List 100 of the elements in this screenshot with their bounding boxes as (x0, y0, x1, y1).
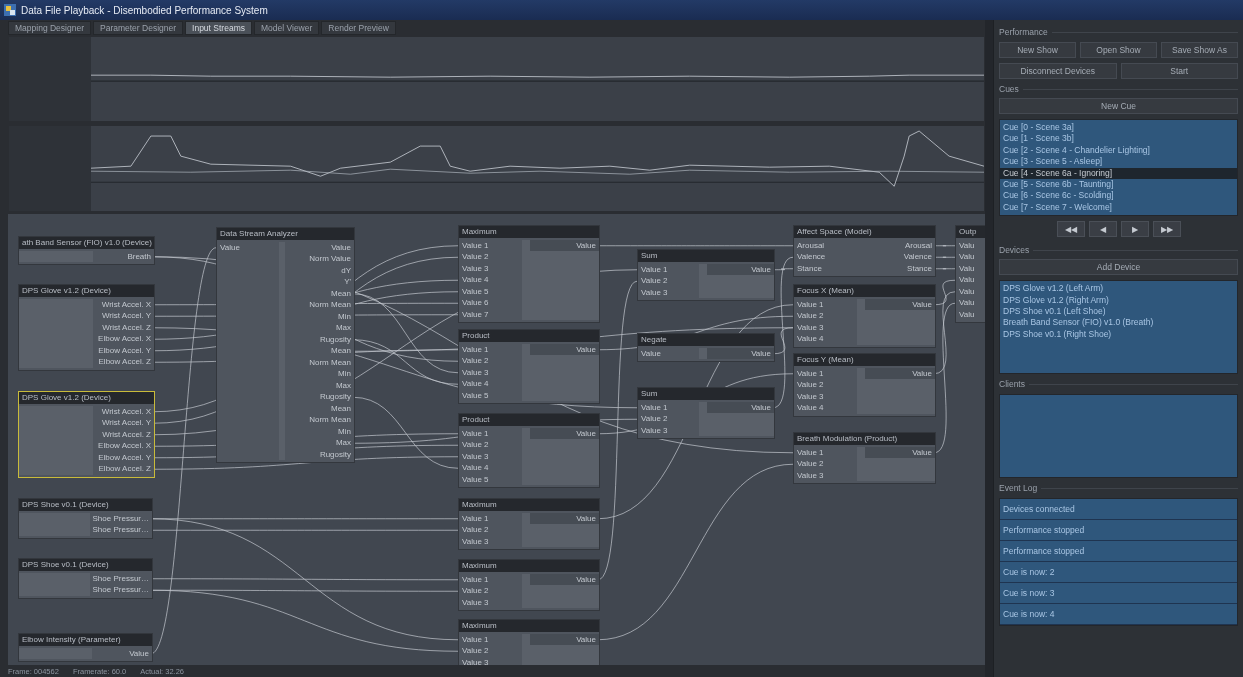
node-panel[interactable]: DPS Glove v1.2 (Device) Wrist Accel. X Wrist Accel. Y Wrist Accel. Z Elbow Accel. X Elbow Accel. Y Elbow Accel. Z (18, 283, 155, 371)
input-port-label: Value (219, 241, 241, 254)
device-item[interactable]: DPS Glove v1.2 (Left Arm) (1000, 283, 1237, 295)
connection-wire (933, 245, 956, 246)
cue-item[interactable]: Cue [2 - Scene 4 - Chandelier Lighting] (1000, 144, 1237, 157)
output-port-label: Norm Mean (308, 356, 352, 369)
input-port-label: Valu (958, 308, 976, 321)
node-panel[interactable]: Product Value 1 Value 2 Value 3 Value 4 Value 5 Value (458, 412, 600, 489)
node-panel[interactable]: Maximum Value 1 Value 2 Value 3 Value (458, 497, 600, 551)
node-title: Negate (638, 333, 774, 346)
node-panel[interactable]: Outp Valu Valu Valu Valu Valu Valu Valu (955, 224, 985, 324)
output-port-label: Wrist Accel. Y (100, 310, 152, 322)
input-port-label: Value 6 (461, 297, 490, 309)
input-port-label: Value 3 (461, 366, 490, 379)
node-panel[interactable]: Data Stream Analyzer Value Value Norm Value dY Y' Mean Norm Mean Min Max Rugosity Mean Norm Mean Min Max Rugosity Mean Norm Mean Min Max Rugosity (216, 226, 355, 464)
node-panel[interactable]: Elbow Intensity (Parameter) Value (18, 632, 153, 663)
node-title: Focus Y (Mean) (794, 353, 935, 366)
output-port-label: Stance (906, 262, 933, 275)
input-port-label: Arousal (796, 239, 826, 252)
transport-button[interactable]: ◀ (1088, 221, 1117, 238)
input-port-label: Value 2 (796, 458, 825, 470)
output-port-label: Max (334, 379, 352, 392)
transport-button[interactable]: ▶ (1120, 221, 1149, 238)
toolbar-button[interactable]: Start (1120, 63, 1238, 79)
node-title: Maximum (459, 498, 599, 511)
output-port-label: Arousal (903, 239, 933, 252)
log-entry: Cue is now: 3 (1000, 583, 1237, 605)
cue-item[interactable]: Cue [7 - Scene 7 - Welcome] (1000, 201, 1237, 214)
output-port-label: Mean (330, 402, 352, 415)
tab[interactable]: Model Viewer (253, 21, 320, 35)
toolbar-button[interactable]: Disconnect Devices (999, 63, 1117, 79)
node-panel[interactable]: Maximum Value 1 Value 2 Value 3 Value (458, 558, 600, 612)
cue-item[interactable]: Cue [1 - Scene 3b] (1000, 133, 1237, 145)
input-port-label: Value 1 (461, 573, 490, 586)
input-port-label: Value 2 (461, 251, 490, 263)
output-port-label: Wrist Accel. Y (100, 417, 152, 429)
input-port-label: Value 1 (796, 367, 825, 380)
cue-item[interactable]: Cue [5 - Scene 6b - Taunting] (1000, 178, 1237, 191)
output-port-label: Wrist Accel. X (100, 405, 152, 418)
input-port-label: Value 3 (796, 321, 825, 334)
node-panel[interactable]: DPS Glove v1.2 (Device) Wrist Accel. X Wrist Accel. Y Wrist Accel. Z Elbow Accel. X Elbow Accel. Y Elbow Accel. Z (18, 390, 155, 478)
tab[interactable]: Input Streams (185, 21, 252, 35)
node-panel[interactable]: Affect Space (Model) Arousal Valence Stance Arousal Valence Stance (793, 224, 936, 278)
device-item[interactable]: DPS Shoe v0.1 (Left Shoe) (1000, 305, 1237, 318)
node-panel[interactable]: Focus X (Mean) Value 1 Value 2 Value 3 Value 4 Value (793, 283, 936, 348)
toolbar-button[interactable]: Save Show As (1161, 42, 1238, 58)
device-item[interactable]: Breath Band Sensor (FIO) v1.0 (Breath) (1000, 317, 1237, 329)
input-port-label: Value 2 (461, 439, 490, 451)
output-port-label: Max (334, 437, 352, 449)
node-title: Sum (638, 249, 774, 262)
output-port-label: Value (330, 241, 352, 254)
section-label: Devices (999, 245, 1030, 256)
window-title: Data File Playback - Disembodied Performance System (21, 4, 268, 16)
node-panel[interactable]: DPS Shoe v0.1 (Device) Shoe Pressur… Shoe Pressur… (18, 497, 153, 539)
output-port-label: Elbow Accel. X (97, 333, 152, 345)
node-panel[interactable]: Maximum Value 1 Value 2 Value 3 Value 4 Value 5 Value 6 Value 7 Value (458, 224, 600, 324)
input-port-label: Value 1 (461, 633, 490, 646)
transport-button[interactable]: ▶▶ (1152, 221, 1181, 238)
output-port-label: Valence (902, 251, 933, 263)
add-device-button[interactable]: Add Device (999, 259, 1238, 276)
input-port-label: Value 3 (461, 535, 490, 548)
input-port-label: Valu (958, 274, 976, 286)
input-port-label: Value 2 (640, 413, 669, 425)
node-panel[interactable]: Breath Modulation (Product) Value 1 Value 2 Value 3 Value (793, 431, 936, 485)
section-label: Event Log (999, 483, 1038, 494)
node-panel[interactable]: Product Value 1 Value 2 Value 3 Value 4 Value 5 Value (458, 328, 600, 405)
node-panel[interactable]: Maximum Value 1 Value 2 Value 3 Value (458, 618, 600, 666)
node-panel[interactable]: Negate Value Value (637, 332, 775, 363)
node-panel[interactable]: Sum Value 1 Value 2 Value 3 Value (637, 386, 775, 440)
cue-item[interactable]: Cue [4 - Scene 6a - Ignoring] (1000, 167, 1237, 179)
device-item[interactable]: DPS Shoe v0.1 (Right Shoe) (1000, 328, 1237, 341)
input-port-label: Value 3 (796, 390, 825, 403)
output-port-label: Value (128, 647, 150, 660)
output-port-label: Breath (126, 250, 152, 263)
device-item[interactable]: DPS Glove v1.2 (Right Arm) (1000, 294, 1237, 306)
toolbar-button[interactable]: Open Show (1080, 42, 1157, 58)
node-panel[interactable]: ath Band Sensor (FIO) v1.0 (Device) Breath (18, 235, 155, 266)
input-port-label: Value 1 (461, 512, 490, 525)
tab[interactable]: Parameter Designer (93, 21, 184, 35)
transport-button[interactable]: ◀◀ (1056, 221, 1085, 238)
node-panel[interactable]: Focus Y (Mean) Value 1 Value 2 Value 3 Value 4 Value (793, 352, 936, 417)
input-port-label: Value 3 (461, 262, 490, 275)
node-panel[interactable]: Sum Value 1 Value 2 Value 3 Value (637, 248, 775, 302)
output-port-label: Min (337, 425, 352, 438)
tab[interactable]: Mapping Designer (8, 21, 91, 35)
output-port-label: Wrist Accel. X (100, 298, 152, 311)
output-port-label: Y' (343, 276, 352, 288)
output-field: Value (707, 347, 774, 360)
tab[interactable]: Render Preview (321, 21, 396, 35)
section-label: Performance (999, 27, 1048, 37)
node-title: Maximum (459, 619, 599, 632)
toolbar-button[interactable]: New Show (999, 42, 1076, 58)
cue-item[interactable]: Cue [0 - Scene 3a] (1000, 122, 1237, 134)
node-title: Breath Modulation (Product) (794, 432, 935, 445)
cue-item[interactable]: Cue [6 - Scene 6c - Scolding] (1000, 190, 1237, 202)
new-cue-button[interactable]: New Cue (999, 98, 1238, 114)
input-port-label: Value 3 (796, 469, 825, 482)
output-port-label: Norm Mean (308, 414, 352, 426)
node-panel[interactable]: DPS Shoe v0.1 (Device) Shoe Pressur… Shoe Pressur… (18, 557, 153, 599)
cue-item[interactable]: Cue [3 - Scene 5 - Asleep] (1000, 156, 1237, 168)
